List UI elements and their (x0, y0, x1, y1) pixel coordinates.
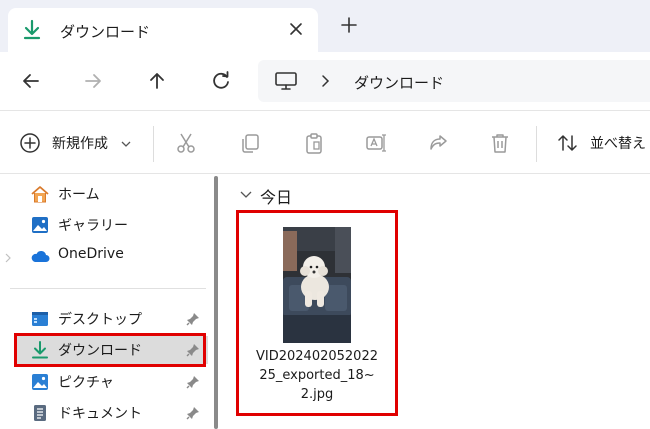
sidebar-item-label: ホーム (58, 187, 100, 203)
new-button-label: 新規作成 (52, 136, 108, 152)
sidebar-item-documents[interactable]: ドキュメント (16, 399, 208, 427)
share-icon[interactable] (426, 131, 450, 155)
refresh-icon[interactable] (208, 68, 234, 94)
sidebar-item-desktop[interactable]: デスクトップ (16, 305, 208, 333)
chevron-down-icon (121, 141, 131, 147)
divider (10, 288, 206, 289)
sidebar-item-pictures[interactable]: ピクチャ (16, 368, 208, 396)
breadcrumb-downloads[interactable]: ダウンロード (354, 72, 444, 93)
sidebar-item-onedrive[interactable]: OneDrive (16, 242, 208, 270)
photo-thumbnail (283, 227, 351, 343)
pictures-icon (32, 374, 48, 390)
file-list-pane: 今日 VID202402052022 25_exported_18~ 2.jpg (222, 174, 650, 429)
home-icon (31, 186, 49, 203)
chevron-down-icon[interactable] (240, 190, 252, 200)
tab-bar: ダウンロード (0, 0, 650, 52)
documents-icon (34, 405, 46, 421)
new-tab-plus-icon[interactable] (338, 14, 360, 36)
sidebar-item-label: ドキュメント (58, 406, 142, 422)
toolbar-divider (153, 126, 154, 162)
sidebar-item-label: OneDrive (58, 246, 124, 262)
chevron-right-icon[interactable] (318, 73, 332, 89)
command-toolbar: 新規作成 並べ替え (0, 111, 650, 173)
rename-icon[interactable] (364, 131, 388, 155)
sidebar-item-home[interactable]: ホーム (16, 180, 208, 208)
file-item[interactable]: VID202402052022 25_exported_18~ 2.jpg (236, 210, 398, 416)
group-header-today[interactable]: 今日 (260, 184, 292, 208)
pin-icon[interactable] (186, 312, 200, 326)
pin-icon[interactable] (186, 406, 200, 420)
sidebar-item-label: ピクチャ (58, 375, 114, 391)
up-arrow-icon[interactable] (144, 68, 170, 94)
close-icon[interactable] (285, 18, 307, 40)
pin-icon[interactable] (186, 375, 200, 389)
back-arrow-icon[interactable] (18, 68, 44, 94)
cloud-icon (31, 250, 50, 262)
cut-icon[interactable] (174, 131, 198, 155)
tab-downloads[interactable]: ダウンロード (8, 8, 318, 52)
gallery-icon (32, 217, 48, 233)
address-bar[interactable]: ダウンロード (258, 60, 650, 102)
copy-icon[interactable] (238, 131, 262, 155)
sidebar-item-label: デスクトップ (58, 312, 142, 328)
tab-title: ダウンロード (60, 23, 151, 41)
delete-icon[interactable] (488, 131, 512, 155)
chevron-right-icon[interactable] (4, 252, 12, 264)
navigation-row: ダウンロード (0, 52, 650, 110)
sidebar-item-gallery[interactable]: ギャラリー (16, 211, 208, 239)
paste-icon[interactable] (302, 131, 326, 155)
desktop-icon (32, 312, 48, 326)
forward-arrow-icon[interactable] (80, 68, 106, 94)
file-name-line: 25_exported_18~ (259, 368, 375, 383)
toolbar-divider (536, 126, 537, 162)
download-icon (23, 19, 41, 40)
navigation-pane: ホーム ギャラリー OneDrive デスクトップ ダウンロード ピクチャ ドキ… (0, 174, 208, 429)
plus-circle-icon (20, 133, 40, 153)
file-name-line: VID202402052022 (256, 349, 378, 364)
highlight-frame (14, 333, 206, 367)
computer-icon (275, 72, 297, 90)
file-name: VID202402052022 25_exported_18~ 2.jpg (243, 347, 391, 404)
sidebar-item-label: ギャラリー (58, 218, 128, 234)
file-name-line: 2.jpg (300, 387, 334, 402)
sort-button-label: 並べ替え (590, 136, 646, 152)
sort-arrows-icon (558, 135, 577, 151)
scrollbar[interactable] (214, 176, 218, 429)
